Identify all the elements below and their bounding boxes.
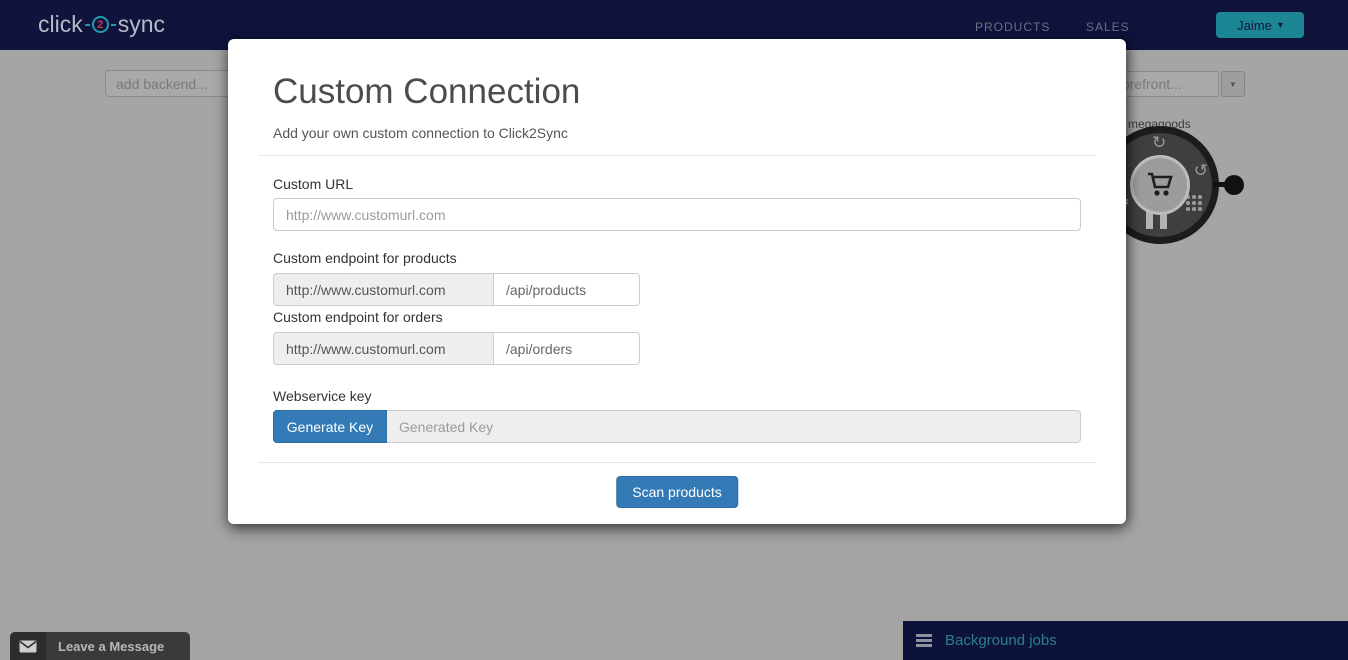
logo-text-click: click [38,11,83,38]
chat-icon-box [10,632,46,660]
custom-connection-modal: Custom Connection Add your own custom co… [228,39,1126,524]
list-icon [916,634,932,647]
user-name: Jaime [1237,18,1272,33]
scan-products-button[interactable]: Scan products [616,476,738,508]
webservice-key-group: Generate Key [273,410,1081,443]
node-center-circle[interactable] [1130,155,1190,215]
storefront-dropdown-button[interactable]: ▼ [1221,71,1245,97]
connector-endpoint-handle[interactable] [1224,175,1244,195]
chat-label: Leave a Message [58,639,164,654]
endpoint-products-label: Custom endpoint for products [273,250,457,266]
endpoint-products-input[interactable] [494,273,640,306]
envelope-icon [19,640,37,653]
webservice-key-label: Webservice key [273,388,372,404]
cart-icon [1146,172,1174,198]
logo-dash-icon [111,24,116,26]
custom-url-input[interactable] [273,198,1081,231]
endpoint-products-addon: http://www.customurl.com [273,273,494,306]
endpoint-products-group: http://www.customurl.com [273,273,640,306]
chevron-down-icon: ▾ [1278,20,1283,31]
modal-subtitle: Add your own custom connection to Click2… [273,125,568,141]
generated-key-input[interactable] [387,410,1081,443]
user-menu-button[interactable]: Jaime ▾ [1216,12,1304,38]
chat-widget[interactable]: Leave a Message [10,632,190,660]
endpoint-orders-label: Custom endpoint for orders [273,309,443,325]
refresh-icon[interactable]: ↻ [1152,134,1166,151]
modal-title: Custom Connection [273,72,580,112]
app-logo: click 2 sync [38,11,165,38]
endpoint-orders-group: http://www.customurl.com [273,332,640,365]
grid-icon[interactable] [1186,195,1202,211]
logo-number: 2 [97,19,103,31]
dropdown-arrow-icon: ▼ [1229,80,1237,89]
divider [258,155,1096,156]
background-jobs-label: Background jobs [945,632,1057,649]
nav-link-sales[interactable]: SALES [1086,20,1130,34]
generate-key-button[interactable]: Generate Key [273,410,387,443]
background-jobs-bar[interactable]: Background jobs [903,621,1348,660]
endpoint-orders-addon: http://www.customurl.com [273,332,494,365]
nav-link-products[interactable]: PRODUCTS [975,20,1050,34]
custom-url-label: Custom URL [273,176,353,192]
logo-dash-icon [85,24,90,26]
endpoint-orders-input[interactable] [494,332,640,365]
logo-number-circle: 2 [92,16,109,33]
divider [258,462,1096,463]
logo-text-sync: sync [118,11,165,38]
sync-right-icon[interactable]: ↺ [1194,162,1208,179]
